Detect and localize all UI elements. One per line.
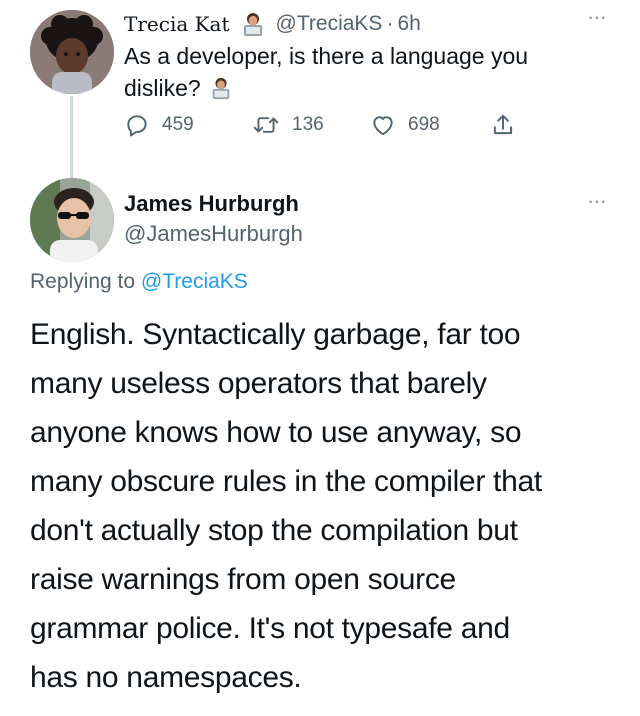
parent-tweet[interactable]: Trecia Kat @TreciaKS · 6h ··· As a devel… — [0, 0, 640, 180]
share-button[interactable] — [490, 112, 516, 138]
parent-author-name[interactable]: Trecia Kat — [124, 12, 230, 36]
replying-to-mention[interactable]: @TreciaKS — [141, 270, 248, 293]
retweet-icon — [252, 112, 280, 138]
reply-author-handle[interactable]: @JamesHurburgh — [124, 221, 303, 247]
reply-tweet-text: English. Syntactically garbage, far too … — [30, 318, 542, 694]
reply-icon — [124, 112, 150, 138]
like-count: 698 — [408, 114, 440, 135]
parent-tweet-text: As a developer, is there a language you … — [124, 40, 594, 104]
share-icon — [490, 112, 516, 138]
technologist-emoji-icon — [209, 76, 233, 100]
more-horizontal-icon[interactable]: ··· — [587, 190, 607, 212]
more-horizontal-icon[interactable]: ··· — [587, 6, 607, 28]
technologist-emoji-icon — [240, 11, 266, 37]
replying-to-label: Replying to — [30, 270, 136, 293]
retweet-button[interactable]: 136 — [252, 112, 324, 138]
parent-tweet-body: As a developer, is there a language you … — [124, 43, 529, 101]
reply-button[interactable]: 459 — [124, 112, 194, 138]
parent-tweet-header: Trecia Kat @TreciaKS · 6h — [124, 10, 421, 38]
replying-to-line: Replying to @TreciaKS — [30, 270, 248, 294]
parent-author-handle[interactable]: @TreciaKS — [276, 12, 383, 36]
like-button[interactable]: 698 — [370, 112, 440, 138]
parent-timestamp[interactable]: 6h — [397, 12, 420, 36]
thread-connector — [70, 96, 73, 178]
reply-count: 459 — [162, 114, 194, 135]
retweet-count: 136 — [292, 114, 324, 135]
trecia-avatar[interactable] — [30, 10, 114, 94]
parent-tweet-actions: 459 136 698 — [124, 112, 544, 144]
reply-author-name[interactable]: James Hurburgh — [124, 191, 299, 217]
heart-icon — [370, 112, 396, 138]
james-avatar[interactable] — [30, 178, 114, 262]
time-separator: · — [386, 12, 394, 35]
